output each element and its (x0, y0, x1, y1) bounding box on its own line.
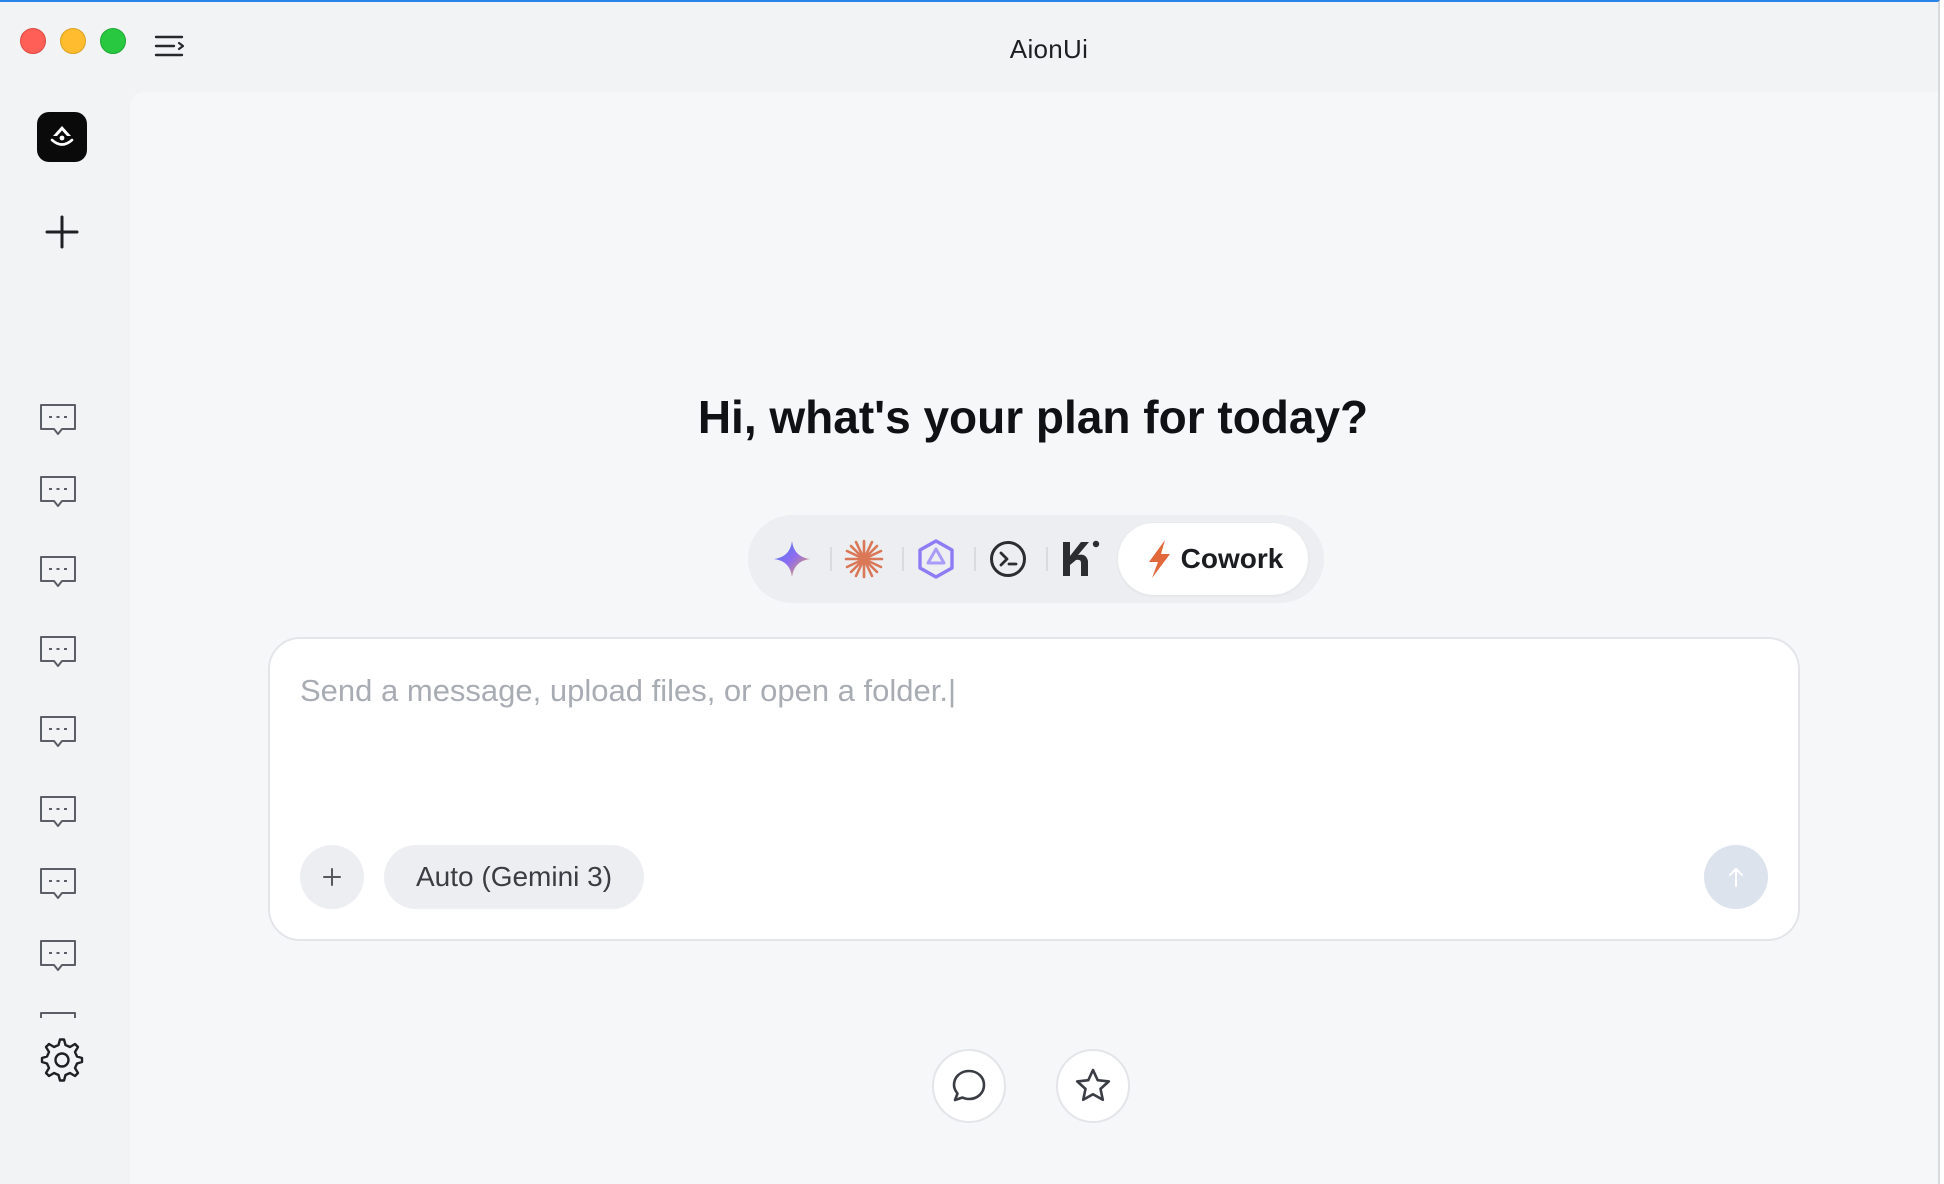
favorites-button[interactable] (1056, 1049, 1130, 1123)
agent-gemini-button[interactable] (760, 527, 824, 591)
agent-cowork-button[interactable]: Cowork (1118, 523, 1308, 595)
greeting-heading: Hi, what's your plan for today? (697, 391, 1369, 443)
conversation-item[interactable] (38, 400, 78, 440)
agent-terminal-button[interactable] (976, 527, 1040, 591)
conversation-item[interactable] (38, 552, 78, 592)
chat-bubble-icon (40, 636, 76, 667)
window-title: AionUi (1009, 34, 1089, 64)
title-bar: AionUi (0, 2, 1938, 92)
lightning-icon (1148, 540, 1170, 578)
conversation-item[interactable] (38, 792, 78, 832)
app-window: AionUi Hi, what's your plan for today? C… (0, 0, 1940, 1184)
conversation-list (0, 302, 130, 1018)
chat-bubble-icon (40, 796, 76, 827)
conversation-item[interactable] (38, 472, 78, 512)
chat-bubble-icon (40, 1012, 76, 1018)
chat-bubble-icon (40, 476, 76, 507)
claude-starburst-icon (844, 539, 884, 579)
chat-mode-button[interactable] (932, 1049, 1006, 1123)
agent-claude-button[interactable] (832, 527, 896, 591)
message-composer: Auto (Gemini 3) (268, 637, 1800, 941)
qwen-hexagon-icon (918, 539, 954, 579)
plus-icon (323, 868, 341, 886)
conversation-item[interactable] (38, 712, 78, 752)
conversation-item[interactable] (38, 1008, 78, 1018)
agent-qwen-button[interactable] (904, 527, 968, 591)
terminal-circle-icon (990, 541, 1026, 577)
gemini-sparkle-icon (774, 541, 810, 577)
chat-bubble-icon (40, 556, 76, 587)
agent-kimi-button[interactable] (1048, 527, 1112, 591)
chat-bubble-icon (40, 716, 76, 747)
agent-selector: Cowork (748, 515, 1324, 603)
chat-icon (952, 1069, 986, 1102)
star-icon (1075, 1068, 1111, 1102)
message-input[interactable] (300, 673, 1760, 793)
new-chat-button[interactable] (42, 212, 82, 252)
attach-button[interactable] (300, 845, 364, 909)
aion-logo-icon[interactable] (37, 112, 87, 162)
kimi-k-icon (1063, 540, 1100, 576)
main-panel: Hi, what's your plan for today? Cowork S… (130, 92, 1938, 1184)
send-button[interactable] (1704, 845, 1768, 909)
chat-bubble-icon (40, 404, 76, 435)
model-selector[interactable]: Auto (Gemini 3) (384, 845, 645, 909)
chat-bubble-icon (40, 940, 76, 971)
settings-button[interactable] (38, 1036, 86, 1084)
conversation-item[interactable] (38, 936, 78, 976)
agent-cowork-label: Cowork (1180, 543, 1284, 574)
conversation-item[interactable] (38, 864, 78, 904)
gear-icon (40, 1038, 84, 1082)
conversation-item[interactable] (38, 632, 78, 672)
chat-bubble-icon (40, 868, 76, 899)
plus-icon (45, 215, 79, 249)
arrow-up-icon (1729, 868, 1743, 887)
sidebar (0, 92, 130, 1184)
